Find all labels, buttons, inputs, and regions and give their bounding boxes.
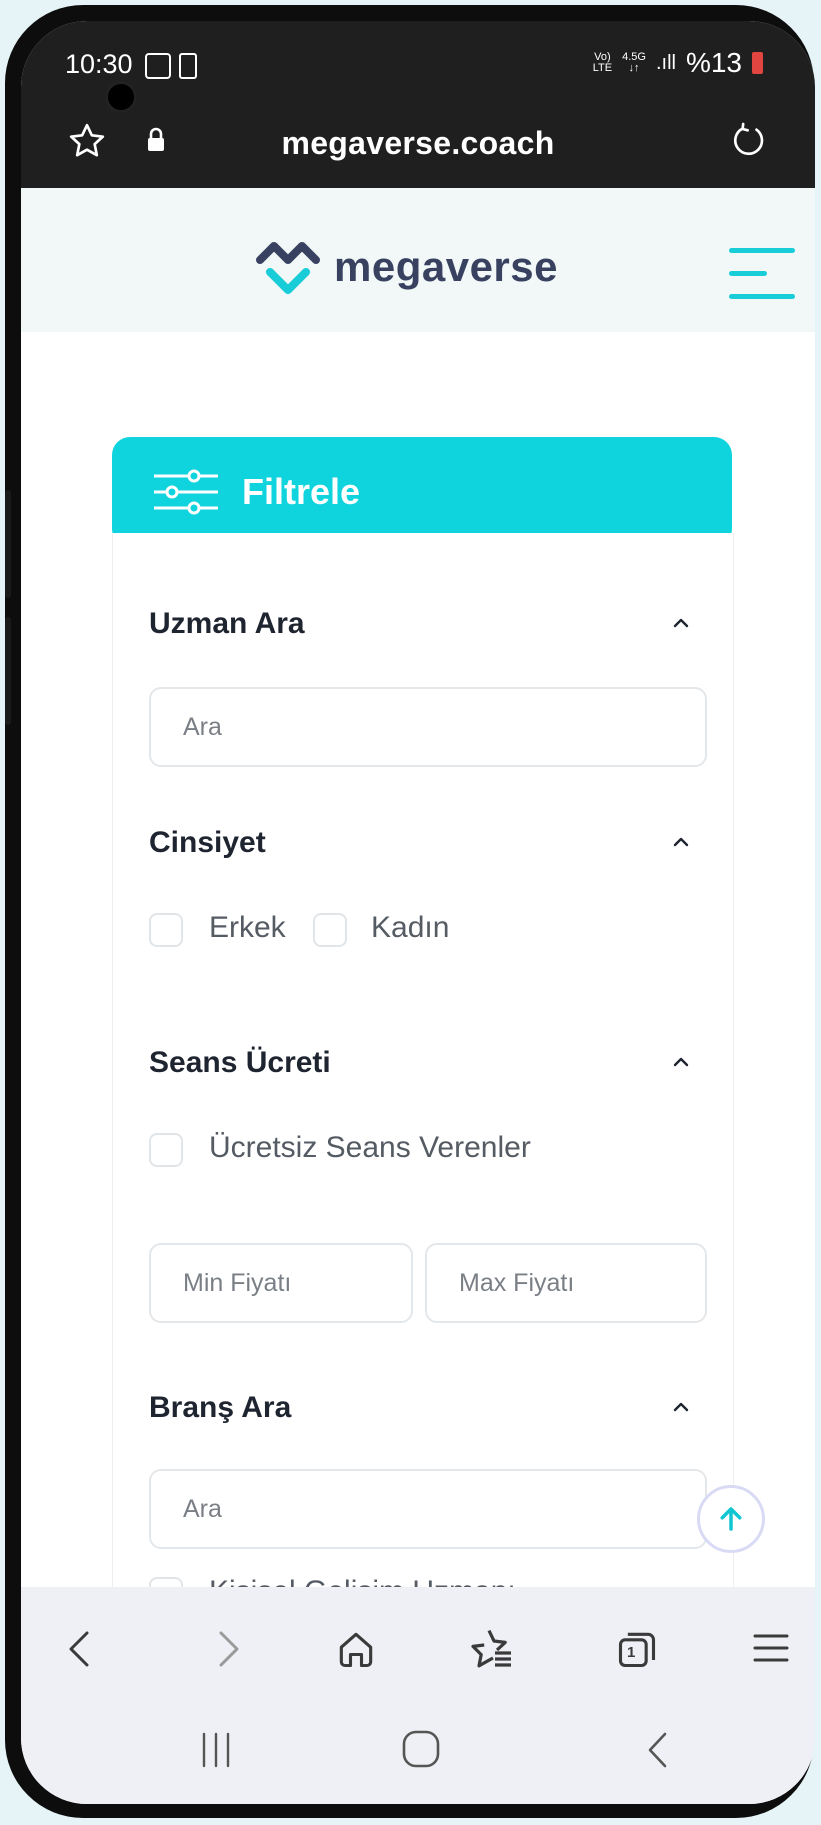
- section-title-gender[interactable]: Cinsiyet: [149, 826, 266, 860]
- home-button-icon[interactable]: [401, 1729, 441, 1769]
- battery-percent: %13: [685, 47, 742, 78]
- recent-apps-icon[interactable]: [199, 1731, 233, 1769]
- section-title-session-fee[interactable]: Seans Ücreti: [149, 1046, 331, 1080]
- filter-header[interactable]: Filtrele: [112, 437, 732, 547]
- bookmarks-icon[interactable]: [467, 1625, 515, 1673]
- branch-search-input[interactable]: Ara: [149, 1469, 707, 1549]
- expert-search-input[interactable]: Ara: [149, 687, 707, 767]
- free-session-checkbox[interactable]: [149, 1133, 183, 1167]
- browser-top-bar: 10:30 Vo) LTE 4.5G ↓↑ .ıll %13 megaverse…: [21, 21, 815, 188]
- gender-male-label: Erkek: [209, 911, 286, 944]
- site-logo[interactable]: megaverse: [256, 238, 558, 296]
- section-title-expert-search[interactable]: Uzman Ara: [149, 607, 305, 641]
- data-indicator: 4.5G ↓↑: [622, 51, 646, 74]
- filter-title: Filtrele: [242, 471, 361, 512]
- gender-male-checkbox[interactable]: [149, 913, 183, 947]
- max-price-input[interactable]: Max Fiyatı: [425, 1243, 707, 1323]
- reload-icon[interactable]: [729, 121, 769, 166]
- alert-notification-icon: [179, 53, 197, 79]
- menu-icon[interactable]: [753, 1633, 789, 1663]
- status-right: Vo) LTE 4.5G ↓↑ .ıll %13: [593, 47, 763, 79]
- gender-female-checkbox[interactable]: [313, 913, 347, 947]
- screen: 10:30 Vo) LTE 4.5G ↓↑ .ıll %13 megaverse…: [21, 21, 815, 1804]
- phone-frame: 10:30 Vo) LTE 4.5G ↓↑ .ıll %13 megaverse…: [5, 5, 815, 1818]
- volume-down-button: [5, 617, 11, 725]
- hamburger-icon[interactable]: [729, 248, 795, 300]
- logo-text: megaverse: [334, 243, 558, 290]
- chevron-up-icon[interactable]: [671, 1397, 691, 1417]
- min-price-input[interactable]: Min Fiyatı: [149, 1243, 413, 1323]
- system-back-icon[interactable]: [645, 1731, 671, 1769]
- system-nav-bar: [21, 1705, 815, 1804]
- chevron-up-icon[interactable]: [671, 1052, 691, 1072]
- forward-icon[interactable]: [213, 1629, 243, 1669]
- battery-icon: [752, 52, 763, 74]
- volte-indicator: Vo) LTE: [592, 51, 613, 74]
- tabs-icon[interactable]: 1: [615, 1627, 659, 1671]
- chevron-up-icon[interactable]: [671, 832, 691, 852]
- address-bar-url[interactable]: megaverse.coach: [21, 125, 815, 162]
- scroll-to-top-button[interactable]: [697, 1485, 765, 1553]
- front-camera: [105, 81, 137, 113]
- arrow-up-icon: [720, 1507, 742, 1531]
- volume-up-button: [5, 490, 11, 598]
- free-session-label: Ücretsiz Seans Verenler: [209, 1131, 531, 1164]
- back-icon[interactable]: [65, 1629, 95, 1669]
- status-time: 10:30: [65, 49, 133, 79]
- home-icon[interactable]: [334, 1627, 378, 1671]
- gender-female-label: Kadın: [371, 911, 450, 944]
- signal-strength: .ıll: [655, 51, 676, 74]
- browser-bottom-nav: 1: [21, 1587, 815, 1705]
- gallery-notification-icon: [145, 53, 171, 79]
- tabs-count: 1: [627, 1644, 636, 1661]
- logo-mark-icon: [256, 242, 320, 294]
- sliders-icon: [154, 469, 218, 515]
- site-header: megaverse: [21, 188, 815, 332]
- section-title-branch-search[interactable]: Branş Ara: [149, 1391, 291, 1425]
- chevron-up-icon[interactable]: [671, 613, 691, 633]
